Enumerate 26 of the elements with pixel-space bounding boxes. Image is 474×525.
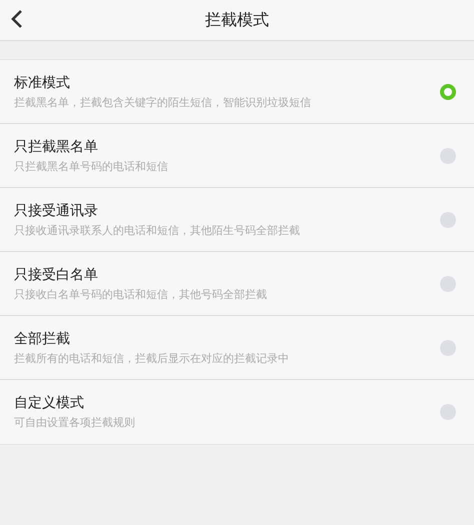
radio-button[interactable] bbox=[440, 84, 456, 100]
mode-title: 只接受白名单 bbox=[14, 266, 99, 284]
mode-option[interactable]: 只接受通讯录 只接收通讯录联系人的电话和短信，其他陌生号码全部拦截 bbox=[0, 188, 474, 252]
radio-button[interactable] bbox=[440, 276, 456, 292]
mode-title: 全部拦截 bbox=[14, 330, 71, 348]
mode-option[interactable]: 只拦截黑名单 只拦截黑名单号码的电话和短信 bbox=[0, 124, 474, 188]
mode-option[interactable]: 只接受白名单 只接收白名单号码的电话和短信，其他号码全部拦截 bbox=[0, 252, 474, 316]
screen-title: 拦截模式 bbox=[205, 10, 269, 30]
radio-button[interactable] bbox=[440, 212, 456, 228]
mode-title: 自定义模式 bbox=[14, 394, 85, 412]
back-icon[interactable] bbox=[10, 9, 24, 29]
mode-description: 拦截黑名单，拦截包含关键字的陌生短信，智能识别垃圾短信 bbox=[14, 94, 311, 110]
mode-title: 标准模式 bbox=[14, 74, 71, 92]
radio-button[interactable] bbox=[440, 404, 456, 420]
mode-description: 只接收白名单号码的电话和短信，其他号码全部拦截 bbox=[14, 286, 267, 302]
mode-description: 可自由设置各项拦截规则 bbox=[14, 415, 135, 430]
mode-description: 只接收通讯录联系人的电话和短信，其他陌生号码全部拦截 bbox=[14, 222, 300, 238]
mode-option[interactable]: 全部拦截 拦截所有的电话和短信，拦截后显示在对应的拦截记录中 bbox=[0, 316, 474, 380]
mode-option[interactable]: 标准模式 拦截黑名单，拦截包含关键字的陌生短信，智能识别垃圾短信 bbox=[0, 60, 474, 124]
mode-description: 拦截所有的电话和短信，拦截后显示在对应的拦截记录中 bbox=[14, 350, 289, 366]
radio-button[interactable] bbox=[440, 148, 456, 164]
mode-title: 只接受通讯录 bbox=[14, 202, 99, 220]
radio-button[interactable] bbox=[440, 340, 456, 356]
mode-option[interactable]: 自定义模式 可自由设置各项拦截规则 bbox=[0, 380, 474, 444]
mode-title: 只拦截黑名单 bbox=[14, 138, 99, 156]
mode-description: 只拦截黑名单号码的电话和短信 bbox=[14, 158, 168, 174]
